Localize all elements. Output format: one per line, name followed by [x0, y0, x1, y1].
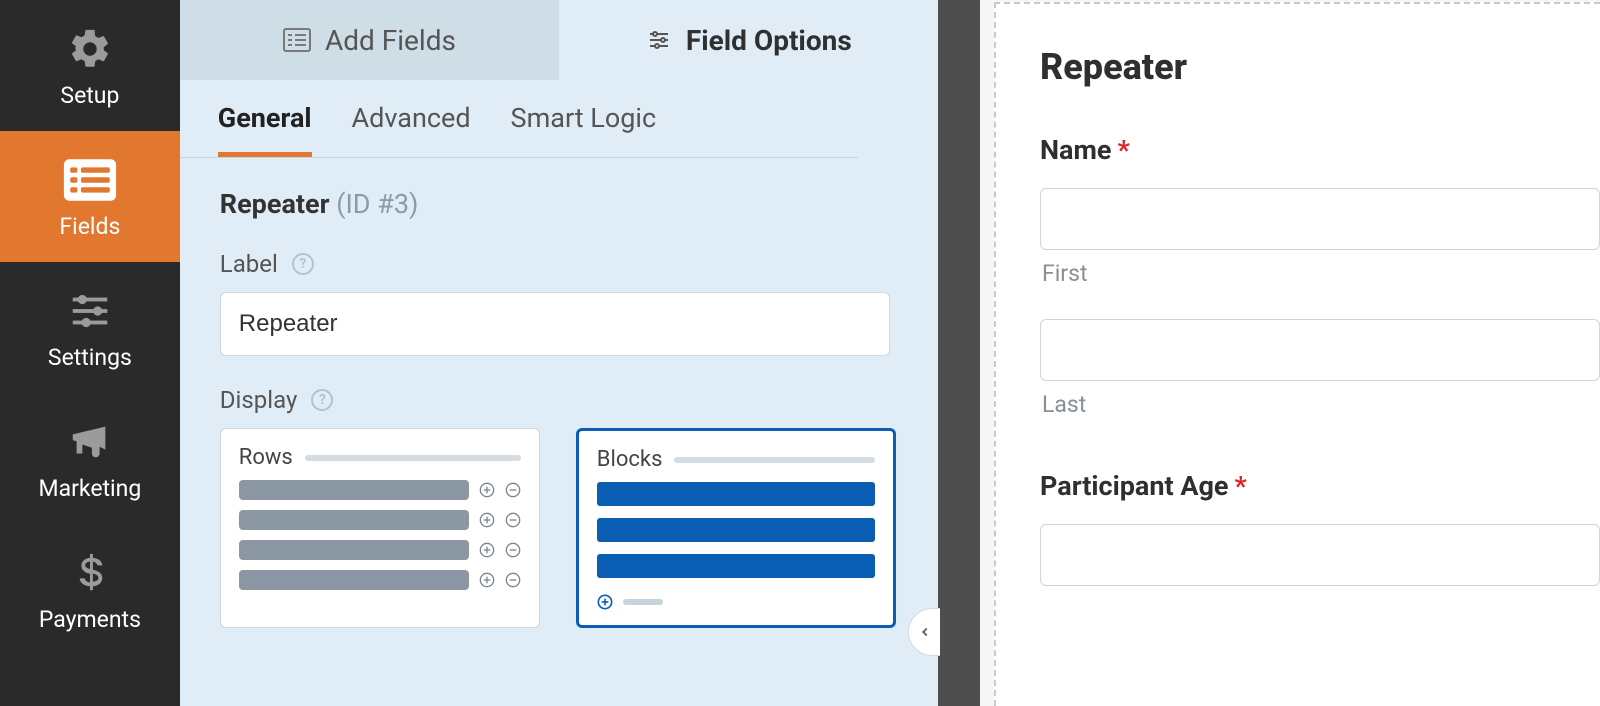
nav-label-settings: Settings: [48, 344, 132, 371]
minus-circle-icon: [505, 482, 521, 498]
preview-title: Repeater: [1040, 46, 1600, 88]
display-rows-label: Rows: [239, 445, 293, 470]
nav-item-settings[interactable]: Settings: [0, 262, 180, 393]
gear-icon: [67, 26, 113, 72]
nav-label-fields: Fields: [59, 213, 120, 240]
subtabs: General Advanced Smart Logic: [180, 80, 859, 158]
prop-display-row: Display ? Rows: [220, 386, 899, 628]
preview-age-input[interactable]: [1040, 524, 1600, 586]
required-marker: *: [1117, 134, 1129, 166]
decorative-line: [623, 599, 663, 605]
bullhorn-icon: [67, 419, 113, 465]
subtab-general[interactable]: General: [218, 102, 312, 157]
field-title: Repeater (ID #3): [220, 188, 899, 220]
plus-circle-icon: [479, 482, 495, 498]
sliders-icon: [646, 28, 672, 52]
preview-last-name-input[interactable]: [1040, 319, 1600, 381]
plus-circle-icon: [597, 594, 613, 610]
nav-label-marketing: Marketing: [39, 475, 142, 502]
tab-field-options-label: Field Options: [686, 24, 852, 57]
label-prop-text: Label: [220, 250, 278, 278]
required-marker: *: [1235, 470, 1247, 502]
display-option-rows[interactable]: Rows: [220, 428, 540, 628]
plus-circle-icon: [479, 542, 495, 558]
nav-item-fields[interactable]: Fields: [0, 131, 180, 262]
minus-circle-icon: [505, 542, 521, 558]
preview-first-name-input[interactable]: [1040, 188, 1600, 250]
options-panel: Add Fields Field Options General Advance…: [180, 0, 941, 706]
gutter: [940, 0, 980, 706]
form-preview: Repeater Name* First Last Participant Ag…: [980, 0, 1600, 706]
preview-last-sublabel: Last: [1042, 391, 1600, 418]
top-tabs: Add Fields Field Options: [180, 0, 939, 80]
tab-field-options[interactable]: Field Options: [559, 0, 938, 80]
form-icon: [283, 28, 311, 52]
help-icon[interactable]: ?: [292, 253, 314, 275]
nav-item-payments[interactable]: Payments: [0, 524, 180, 655]
nav-label-setup: Setup: [60, 82, 119, 109]
display-prop-text: Display: [220, 386, 298, 414]
field-id-text: (ID #3): [336, 188, 418, 220]
repeater-field-preview[interactable]: Repeater Name* First Last Participant Ag…: [994, 2, 1600, 706]
subtab-smart-logic[interactable]: Smart Logic: [511, 102, 657, 157]
display-options: Rows: [220, 428, 899, 628]
display-option-blocks[interactable]: Blocks: [576, 428, 896, 628]
label-input[interactable]: [220, 292, 890, 356]
sliders-icon: [67, 288, 113, 334]
plus-circle-icon: [479, 512, 495, 528]
plus-circle-icon: [479, 572, 495, 588]
list-icon: [63, 157, 117, 203]
tab-add-fields[interactable]: Add Fields: [180, 0, 559, 80]
panel-body: Repeater (ID #3) Label ? Display ? Rows: [180, 158, 939, 658]
field-type-label: Repeater: [220, 188, 330, 220]
subtab-advanced[interactable]: Advanced: [352, 102, 471, 157]
chevron-left-icon: [918, 622, 932, 642]
display-blocks-label: Blocks: [597, 447, 663, 472]
prop-label-row: Label ?: [220, 250, 899, 356]
preview-first-sublabel: First: [1042, 260, 1600, 287]
preview-age-label: Participant Age*: [1040, 470, 1600, 502]
minus-circle-icon: [505, 512, 521, 528]
nav-item-setup[interactable]: Setup: [0, 0, 180, 131]
preview-name-label: Name*: [1040, 134, 1600, 166]
nav-label-payments: Payments: [39, 606, 141, 633]
tab-add-fields-label: Add Fields: [325, 24, 456, 57]
blocks-preview: [597, 482, 875, 610]
rows-preview: [239, 480, 521, 590]
dollar-icon: [67, 550, 113, 596]
help-icon[interactable]: ?: [311, 389, 333, 411]
nav-item-marketing[interactable]: Marketing: [0, 393, 180, 524]
decorative-line: [305, 455, 521, 461]
left-nav: Setup Fields Settings Marketing Payments: [0, 0, 180, 706]
decorative-line: [674, 457, 874, 463]
minus-circle-icon: [505, 572, 521, 588]
